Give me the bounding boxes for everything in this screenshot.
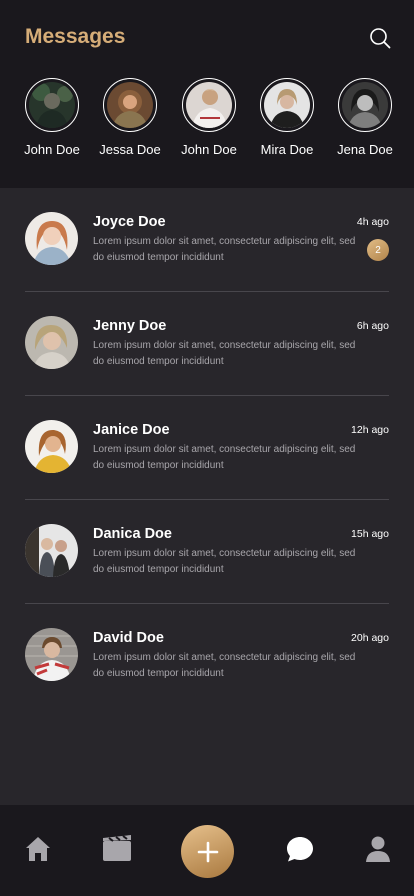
message-preview: Lorem ipsum dolor sit amet, consectetur … (93, 340, 356, 367)
nav-video[interactable] (101, 834, 133, 864)
search-button[interactable] (368, 26, 392, 50)
chat-icon (287, 837, 313, 862)
message-preview: Lorem ipsum dolor sit amet, consectetur … (93, 236, 356, 263)
contact-name: David Doe (93, 630, 164, 646)
story-ring (182, 78, 236, 132)
message-time: 15h ago (351, 528, 389, 540)
profile-icon (366, 836, 390, 862)
story-name: Mira Doe (260, 142, 314, 157)
header-area: Messages John Doe Jessa Doe John Doe Mir… (0, 0, 414, 188)
avatar (29, 82, 75, 128)
story-ring (338, 78, 392, 132)
stories-row: John Doe Jessa Doe John Doe Mira Doe Jen… (0, 78, 414, 168)
story-ring (260, 78, 314, 132)
message-time: 6h ago (356, 320, 389, 332)
bottom-nav (0, 805, 414, 896)
story-item[interactable]: John Doe (13, 78, 91, 157)
story-name: Jessa Doe (99, 142, 161, 157)
message-preview: Lorem ipsum dolor sit amet, consectetur … (93, 652, 356, 679)
message-list: Joyce Doe 4h ago Lorem ipsum dolor sit a… (0, 188, 414, 805)
page-title: Messages (25, 25, 126, 48)
story-item[interactable]: Jessa Doe (91, 78, 169, 157)
contact-name: Danica Doe (93, 526, 172, 542)
message-row[interactable]: Janice Doe 12h ago Lorem ipsum dolor sit… (25, 396, 389, 500)
video-icon (103, 835, 131, 861)
avatar (186, 82, 232, 128)
contact-name: Jenny Doe (93, 318, 167, 334)
message-preview: Lorem ipsum dolor sit amet, consectetur … (93, 444, 356, 471)
avatar (25, 524, 78, 577)
message-row[interactable]: Jenny Doe 6h ago Lorem ipsum dolor sit a… (25, 292, 389, 396)
message-time: 12h ago (351, 424, 389, 436)
home-icon (26, 837, 50, 861)
message-time: 20h ago (351, 632, 389, 644)
avatar (107, 82, 153, 128)
story-ring (25, 78, 79, 132)
avatar (264, 82, 310, 128)
add-button[interactable] (181, 825, 234, 878)
message-preview: Lorem ipsum dolor sit amet, consectetur … (93, 548, 356, 575)
nav-home[interactable] (23, 834, 53, 864)
avatar (25, 212, 78, 265)
story-name: John Doe (181, 142, 237, 157)
message-row[interactable]: Danica Doe 15h ago Lorem ipsum dolor sit… (25, 500, 389, 604)
story-item[interactable]: Mira Doe (248, 78, 326, 157)
avatar (342, 82, 388, 128)
unread-badge: 2 (367, 239, 389, 261)
message-row[interactable]: Joyce Doe 4h ago Lorem ipsum dolor sit a… (25, 188, 389, 292)
nav-profile[interactable] (363, 834, 393, 864)
message-row[interactable]: David Doe 20h ago Lorem ipsum dolor sit … (25, 604, 389, 708)
nav-chat[interactable] (285, 834, 315, 864)
avatar (25, 316, 78, 369)
message-time: 4h ago (356, 216, 389, 228)
story-name: Jena Doe (337, 142, 393, 157)
plus-icon (197, 841, 218, 862)
story-item[interactable]: Jena Doe (326, 78, 404, 157)
story-name: John Doe (24, 142, 80, 157)
story-item[interactable]: John Doe (170, 78, 248, 157)
avatar (25, 420, 78, 473)
search-icon (370, 28, 391, 49)
story-ring (103, 78, 157, 132)
avatar (25, 628, 78, 681)
contact-name: Joyce Doe (93, 214, 166, 230)
contact-name: Janice Doe (93, 422, 170, 438)
